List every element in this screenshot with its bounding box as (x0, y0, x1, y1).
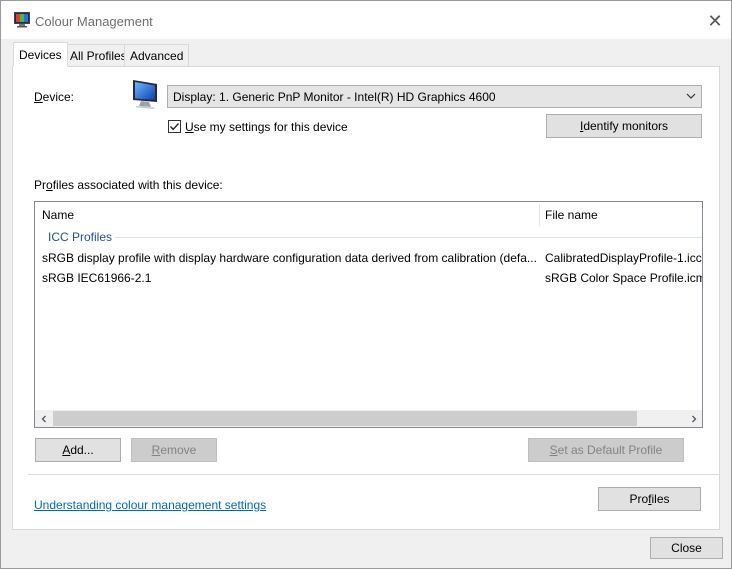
chevron-right-icon (691, 415, 696, 422)
add-profile-button[interactable]: Add... (35, 438, 121, 462)
column-divider[interactable] (539, 204, 540, 226)
use-my-settings-checkbox[interactable] (168, 120, 181, 133)
profiles-list[interactable]: Name File name ICC Profiles sRGB display… (34, 201, 703, 428)
profile-name: sRGB display profile with display hardwa… (42, 251, 537, 265)
scrollbar-thumb[interactable] (53, 411, 637, 426)
device-dropdown-value: Display: 1. Generic PnP Monitor - Intel(… (173, 89, 496, 104)
horizontal-scrollbar[interactable] (35, 410, 702, 427)
table-row[interactable]: sRGB IEC61966-2.1 sRGB Color Space Profi… (35, 270, 702, 288)
device-dropdown[interactable]: Display: 1. Generic PnP Monitor - Intel(… (167, 85, 702, 108)
profile-file-name: sRGB Color Space Profile.icm (545, 271, 702, 285)
tab-advanced[interactable]: Advanced (124, 44, 190, 66)
tab-all-profiles-label: All Profiles (70, 48, 127, 63)
tab-all-profiles[interactable]: All Profiles (64, 44, 133, 66)
chevron-left-icon (41, 415, 46, 422)
device-label: Device: (34, 90, 75, 104)
scroll-right-button[interactable] (685, 410, 702, 427)
section-divider (28, 474, 720, 475)
tab-devices-label: Devices (19, 47, 62, 62)
scroll-left-button[interactable] (35, 410, 52, 427)
remove-profile-button[interactable]: Remove (131, 438, 217, 462)
understanding-colour-management-link[interactable]: Understanding colour management settings (34, 498, 266, 512)
close-window-button[interactable]: ✕ (701, 7, 729, 35)
column-header-name[interactable]: Name (42, 208, 74, 222)
use-my-settings-label[interactable]: Use my settings for this device (185, 120, 348, 134)
checkmark-icon (169, 123, 180, 131)
profiles-associated-label: Profiles associated with this device: (34, 178, 223, 192)
group-icc-profiles: ICC Profiles (48, 230, 113, 244)
close-button[interactable]: Close (650, 537, 723, 559)
close-icon: ✕ (707, 10, 723, 31)
profiles-button[interactable]: Pro f iles (598, 487, 701, 511)
tab-devices[interactable]: Devices (13, 42, 68, 67)
colour-management-window: Colour Management ✕ Devices All Profiles… (0, 0, 732, 569)
column-header-file-name[interactable]: File name (545, 208, 598, 222)
set-default-profile-button[interactable]: Set as Default Profile (528, 438, 684, 462)
title-bar: Colour Management ✕ (1, 1, 731, 39)
colour-management-icon (14, 12, 30, 28)
window-title: Colour Management (35, 14, 153, 29)
identify-monitors-button[interactable]: Identify monitors (546, 114, 702, 138)
tab-advanced-label: Advanced (130, 48, 184, 63)
profile-file-name: CalibratedDisplayProfile-1.icc (545, 251, 702, 265)
table-row[interactable]: sRGB display profile with display hardwa… (35, 250, 702, 268)
group-divider (115, 237, 702, 238)
monitor-icon (133, 80, 157, 109)
profile-name: sRGB IEC61966-2.1 (42, 271, 152, 285)
chevron-down-icon (686, 93, 696, 99)
list-header: Name File name (35, 202, 702, 227)
